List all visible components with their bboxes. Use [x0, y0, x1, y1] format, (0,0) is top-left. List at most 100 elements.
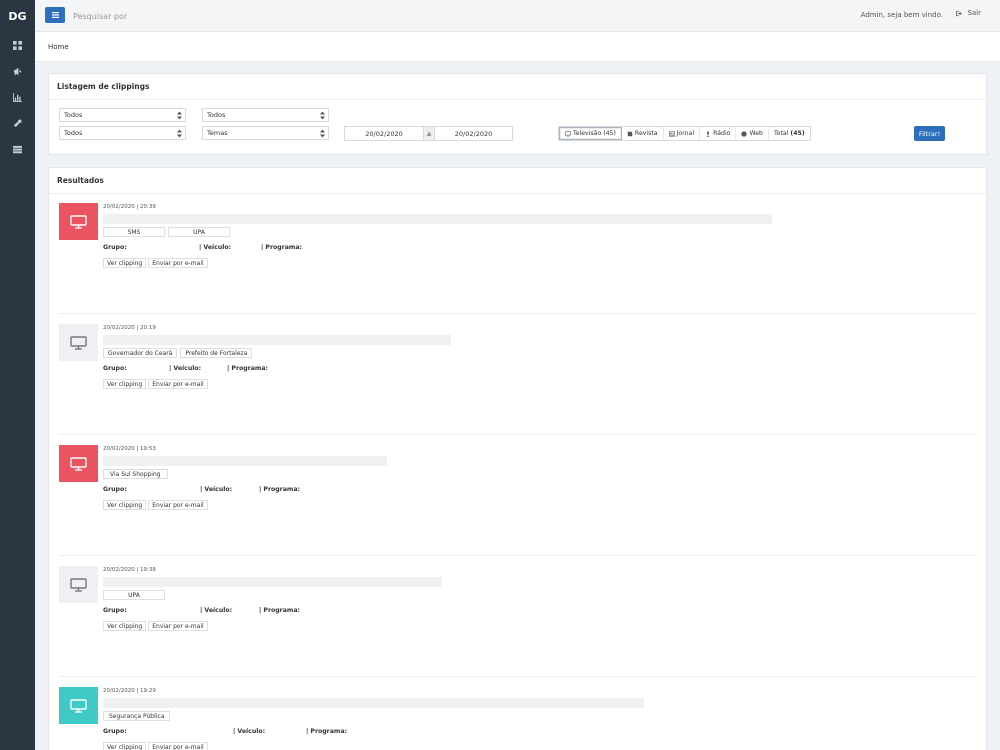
result-thumbnail[interactable] — [59, 687, 98, 724]
meta-veiculo: | Veículo: — [233, 728, 266, 735]
meta-programa: | Programa: — [306, 728, 348, 735]
media-type-tabs: Televisão (45) Revista Jornal Rádio Web … — [558, 126, 811, 141]
result-actions: Ver clipping Enviar por e-mail — [103, 379, 208, 389]
meta-grupo: Grupo: — [103, 486, 127, 493]
result-thumbnail[interactable] — [59, 324, 98, 361]
meta-veiculo: | Veículo: — [200, 486, 233, 493]
megaphone-icon[interactable] — [0, 58, 35, 84]
divider — [59, 434, 976, 435]
meta-grupo: Grupo: — [103, 244, 127, 251]
tab-revista[interactable]: Revista — [621, 127, 664, 140]
result-title-placeholder — [103, 698, 644, 708]
logo[interactable]: DG — [0, 0, 35, 32]
meta-veiculo: | Veículo: — [169, 365, 202, 372]
result-tag: UPA — [168, 227, 230, 237]
result-thumbnail[interactable] — [59, 445, 98, 482]
divider — [59, 555, 976, 556]
select-value: Todos — [64, 111, 83, 119]
view-clipping-button[interactable]: Ver clipping — [103, 621, 147, 631]
bar-chart-icon[interactable] — [0, 84, 35, 110]
total-count: (45) — [790, 130, 805, 137]
menu-toggle-button[interactable] — [45, 7, 65, 23]
sort-caret-icon — [177, 111, 182, 120]
result-title-placeholder — [103, 456, 387, 466]
tools-icon[interactable] — [0, 110, 35, 136]
date-from-input[interactable]: 20/02/2020 — [344, 126, 424, 141]
result-actions: Ver clipping Enviar por e-mail — [103, 500, 208, 510]
select-value: Todos — [207, 111, 226, 119]
sort-caret-icon — [320, 111, 325, 120]
meta-programa: | Programa: — [261, 244, 303, 251]
results-title: Resultados — [49, 168, 986, 194]
result-tag: Prefeito de Fortaleza — [180, 348, 253, 358]
filter-button[interactable]: Filtrar! — [914, 126, 945, 141]
filter-select-2[interactable]: Todos — [202, 108, 329, 122]
result-tags: Via Sul Shopping — [103, 469, 168, 479]
result-tag: Via Sul Shopping — [103, 469, 168, 479]
result-actions: Ver clipping Enviar por e-mail — [103, 258, 208, 268]
filter-select-1[interactable]: Todos — [59, 108, 186, 122]
sort-caret-icon — [320, 129, 325, 138]
logout-link[interactable]: Sair — [956, 9, 981, 17]
tab-jornal[interactable]: Jornal — [663, 127, 701, 140]
tab-label: Rádio — [713, 130, 731, 137]
results-panel: Resultados 20/02/2020 | 20:39 SMS UPA Gr… — [48, 167, 987, 750]
tab-web[interactable]: Web — [736, 127, 769, 140]
result-item: 20/02/2020 | 19:38 UPA Grupo: | Veículo:… — [59, 566, 976, 677]
divider — [59, 313, 976, 314]
television-icon — [70, 335, 87, 350]
email-clipping-button[interactable]: Enviar por e-mail — [148, 379, 208, 389]
search-input[interactable] — [73, 8, 293, 24]
result-title-placeholder — [103, 577, 442, 587]
tab-label: Web — [749, 130, 763, 137]
meta-programa: | Programa: — [259, 486, 301, 493]
email-clipping-button[interactable]: Enviar por e-mail — [148, 742, 208, 750]
result-title-placeholder — [103, 335, 451, 345]
list-icon[interactable] — [0, 136, 35, 162]
filter-select-3[interactable]: Todos — [59, 126, 186, 140]
tab-televisao[interactable]: Televisão (45) — [559, 127, 622, 140]
newspaper-icon — [668, 130, 675, 137]
select-value: Temas — [207, 129, 228, 137]
meta-grupo: Grupo: — [103, 607, 127, 614]
meta-programa: | Programa: — [227, 365, 269, 372]
view-clipping-button[interactable]: Ver clipping — [103, 742, 147, 750]
filter-panel: Listagem de clippings Todos Todos Todos … — [48, 73, 987, 155]
date-to-input[interactable]: 20/02/2020 — [434, 126, 513, 141]
television-icon — [70, 214, 87, 229]
result-tags: Segurança Pública — [103, 711, 171, 721]
filter-select-temas[interactable]: Temas — [202, 126, 329, 140]
book-icon — [627, 131, 633, 136]
result-timestamp: 20/02/2020 | 19:38 — [103, 567, 156, 573]
email-clipping-button[interactable]: Enviar por e-mail — [148, 500, 208, 510]
view-clipping-button[interactable]: Ver clipping — [103, 500, 147, 510]
view-clipping-button[interactable]: Ver clipping — [103, 379, 147, 389]
microphone-icon — [706, 130, 710, 137]
result-timestamp: 20/02/2020 | 20:19 — [103, 325, 156, 331]
email-clipping-button[interactable]: Enviar por e-mail — [148, 258, 208, 268]
tab-total[interactable]: Total (45) — [768, 127, 810, 140]
result-timestamp: 20/02/2020 | 20:39 — [103, 204, 156, 210]
result-item: 20/02/2020 | 20:39 SMS UPA Grupo: | Veíc… — [59, 203, 976, 314]
television-icon — [70, 698, 87, 713]
television-icon — [565, 130, 571, 136]
result-thumbnail[interactable] — [59, 566, 98, 603]
meta-veiculo: | Veículo: — [199, 244, 232, 251]
result-timestamp: 20/02/2020 | 19:29 — [103, 688, 156, 694]
result-item: 20/02/2020 | 20:19 Governador do Ceará P… — [59, 324, 976, 435]
result-tags: SMS UPA — [103, 227, 230, 237]
result-tag: UPA — [103, 590, 165, 600]
dashboard-icon[interactable] — [0, 32, 35, 58]
tab-label: Revista — [634, 130, 658, 137]
hamburger-icon — [51, 12, 59, 18]
email-clipping-button[interactable]: Enviar por e-mail — [148, 621, 208, 631]
result-actions: Ver clipping Enviar por e-mail — [103, 621, 208, 631]
view-clipping-button[interactable]: Ver clipping — [103, 258, 147, 268]
select-value: Todos — [64, 129, 83, 137]
result-item: 20/02/2020 | 19:29 Segurança Pública Gru… — [59, 687, 976, 750]
television-icon — [70, 456, 87, 471]
breadcrumb-home[interactable]: Home — [48, 43, 69, 51]
result-timestamp: 20/02/2020 | 19:53 — [103, 446, 156, 452]
tab-radio[interactable]: Rádio — [700, 127, 737, 140]
result-thumbnail[interactable] — [59, 203, 98, 240]
